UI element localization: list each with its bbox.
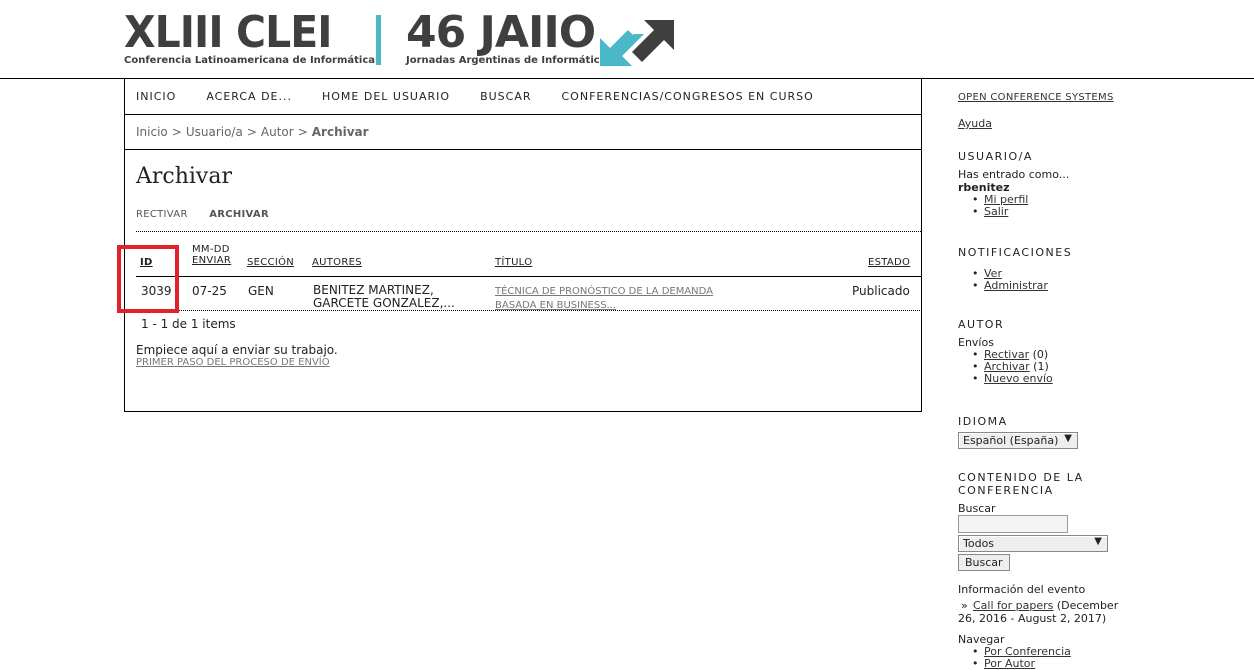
breadcrumb-separator: > bbox=[171, 125, 182, 139]
new-submission-link[interactable]: Nuevo envío bbox=[984, 372, 1053, 385]
user-heading: USUARIO/A bbox=[958, 150, 1033, 163]
col-header-section[interactable]: SECCIÓN bbox=[247, 257, 294, 268]
cfp-item: » Call for papers (December bbox=[958, 599, 1158, 612]
tab-rectivar[interactable]: RECTIVAR bbox=[136, 209, 188, 220]
language-select[interactable]: Español (España) ▼ bbox=[958, 432, 1078, 449]
cell-title-link-line1[interactable]: TÉCNICA DE PRONÓSTICO DE LA DEMANDA bbox=[495, 286, 713, 297]
sidebar-help[interactable]: Ayuda bbox=[958, 117, 992, 130]
jaiio-logo-title: 46 JAIIO bbox=[406, 7, 596, 58]
manage-notifications-link[interactable]: Administrar bbox=[984, 279, 1048, 292]
sidebar-ocs[interactable]: OPEN CONFERENCE SYSTEMS bbox=[958, 90, 1114, 103]
nav-inicio[interactable]: INICIO bbox=[136, 90, 176, 103]
logged-as-text: Has entrado como... bbox=[958, 168, 1070, 181]
table-header-rule bbox=[136, 276, 922, 277]
search-label: Buscar bbox=[958, 502, 996, 515]
content-heading-line1: CONTENIDO DE LA bbox=[958, 471, 1084, 484]
sidebar-event-block: Información del evento » Call for papers… bbox=[958, 583, 1158, 670]
id-column-highlight bbox=[117, 245, 179, 313]
cell-section: GEN bbox=[248, 284, 274, 298]
help-link[interactable]: Ayuda bbox=[958, 117, 992, 130]
author-heading: AUTOR bbox=[958, 318, 1005, 331]
breadcrumb-separator: > bbox=[246, 125, 257, 139]
sub-tabs: RECTIVAR ARCHIVAR bbox=[136, 209, 921, 220]
table-row-rule bbox=[136, 310, 922, 311]
start-link[interactable]: PRIMER PASO DEL PROCESO DE ENVÍO bbox=[136, 357, 330, 368]
sidebar-content-block: CONTENIDO DE LA CONFERENCIA Buscar Todos… bbox=[958, 471, 1108, 571]
breadcrumb-usuario[interactable]: Usuario/a bbox=[186, 125, 243, 139]
content-area: Archivar RECTIVAR ARCHIVAR bbox=[125, 164, 921, 232]
list-item: Salir bbox=[972, 205, 1069, 219]
col-header-status[interactable]: ESTADO bbox=[868, 257, 910, 268]
content-heading-line2: CONFERENCIA bbox=[958, 484, 1054, 497]
breadcrumb-inicio[interactable]: Inicio bbox=[136, 125, 168, 139]
start-link-anchor[interactable]: PRIMER PASO DEL PROCESO DE ENVÍO bbox=[136, 357, 330, 368]
cfp-dates-line1: (December bbox=[1056, 599, 1119, 612]
page-title: Archivar bbox=[136, 164, 232, 189]
breadcrumb-separator: > bbox=[297, 125, 308, 139]
col-header-authors[interactable]: AUTORES bbox=[312, 257, 362, 268]
notifications-heading: NOTIFICACIONES bbox=[958, 246, 1073, 259]
col-header-date[interactable]: MM-DD ENVIAR bbox=[192, 244, 231, 266]
logout-link[interactable]: Salir bbox=[984, 205, 1008, 218]
browse-links: Por Conferencia Por Autor bbox=[958, 646, 1158, 670]
chevron-right-icon: » bbox=[961, 599, 968, 612]
user-links: Mi perfil Salir bbox=[958, 194, 1069, 219]
clei-logo[interactable]: XLIII CLEI Conferencia Latinoamericana d… bbox=[124, 7, 375, 67]
logo-divider bbox=[376, 15, 381, 65]
col-header-title[interactable]: TÍTULO bbox=[495, 257, 532, 268]
breadcrumb-autor[interactable]: Autor bbox=[261, 125, 294, 139]
list-item: Administrar bbox=[972, 279, 1072, 293]
list-item: Nuevo envío bbox=[972, 372, 1053, 386]
jaiio-logo-subtitle: Jornadas Argentinas de Informática bbox=[406, 55, 607, 66]
col-header-date-bottom[interactable]: ENVIAR bbox=[192, 255, 231, 266]
sidebar-user-block: USUARIO/A Has entrado como... rbenitez M… bbox=[958, 150, 1069, 218]
main-panel: INICIO ACERCA DE... HOME DEL USUARIO BUS… bbox=[117, 79, 922, 412]
list-item: Por Autor bbox=[972, 657, 1158, 670]
cell-status: Publicado bbox=[852, 284, 910, 298]
cell-date: 07-25 bbox=[192, 284, 227, 298]
jaiio-logo[interactable]: 46 JAIIO Jornadas Argentinas de Informát… bbox=[406, 7, 607, 67]
items-count: 1 - 1 de 1 items bbox=[141, 317, 236, 331]
browse-by-author-link[interactable]: Por Autor bbox=[984, 657, 1035, 670]
breadcrumb: Inicio > Usuario/a > Autor > Archivar bbox=[125, 115, 921, 150]
arrows-logo-icon bbox=[600, 20, 674, 66]
nav-conferencias[interactable]: CONFERENCIAS/CONGRESOS EN CURSO bbox=[562, 90, 814, 103]
cell-authors: BENITEZ MARTINEZ, GARCETE GONZALEZ,... bbox=[313, 284, 455, 310]
site-header: XLIII CLEI Conferencia Latinoamericana d… bbox=[0, 0, 1254, 79]
call-for-papers-link[interactable]: Call for papers bbox=[973, 599, 1053, 612]
language-heading: IDIOMA bbox=[958, 415, 1008, 428]
tab-archivar[interactable]: ARCHIVAR bbox=[209, 209, 269, 220]
dropdown-arrow-icon: ▼ bbox=[1094, 536, 1102, 547]
start-text: Empiece aquí a enviar su trabajo. bbox=[136, 343, 338, 357]
language-select-value: Español (España) bbox=[963, 434, 1059, 447]
sidebar-language-block: IDIOMA Español (España) ▼ bbox=[958, 415, 1078, 449]
nav-bar: INICIO ACERCA DE... HOME DEL USUARIO BUS… bbox=[125, 79, 921, 115]
search-button[interactable]: Buscar bbox=[958, 554, 1010, 571]
sidebar-author-block: AUTOR Envíos Rectivar (0) Archivar (1) N… bbox=[958, 318, 1053, 385]
cell-authors-line2: GARCETE GONZALEZ,... bbox=[313, 296, 455, 310]
breadcrumb-current[interactable]: Archivar bbox=[312, 125, 369, 139]
nav-home-usuario[interactable]: HOME DEL USUARIO bbox=[322, 90, 450, 103]
ocs-link[interactable]: OPEN CONFERENCE SYSTEMS bbox=[958, 92, 1114, 103]
author-links: Rectivar (0) Archivar (1) Nuevo envío bbox=[958, 349, 1053, 386]
col-header-date-top: MM-DD bbox=[192, 244, 230, 255]
sidebar-notifications-block: NOTIFICACIONES Ver Administrar bbox=[958, 246, 1072, 292]
dropdown-arrow-icon: ▼ bbox=[1064, 433, 1072, 444]
nav-acerca-de[interactable]: ACERCA DE... bbox=[206, 90, 292, 103]
event-info-heading: Información del evento bbox=[958, 583, 1086, 596]
cell-title[interactable]: TÉCNICA DE PRONÓSTICO DE LA DEMANDA BASA… bbox=[495, 284, 713, 312]
cfp-dates-line2: 26, 2016 - August 2, 2017) bbox=[958, 612, 1107, 625]
search-input[interactable] bbox=[958, 515, 1068, 533]
clei-logo-title: XLIII CLEI bbox=[124, 7, 332, 58]
divider bbox=[136, 231, 921, 232]
search-scope-select[interactable]: Todos ▼ bbox=[958, 535, 1108, 552]
notification-links: Ver Administrar bbox=[958, 268, 1072, 293]
search-scope-value: Todos bbox=[963, 537, 995, 550]
nav-buscar[interactable]: BUSCAR bbox=[480, 90, 531, 103]
